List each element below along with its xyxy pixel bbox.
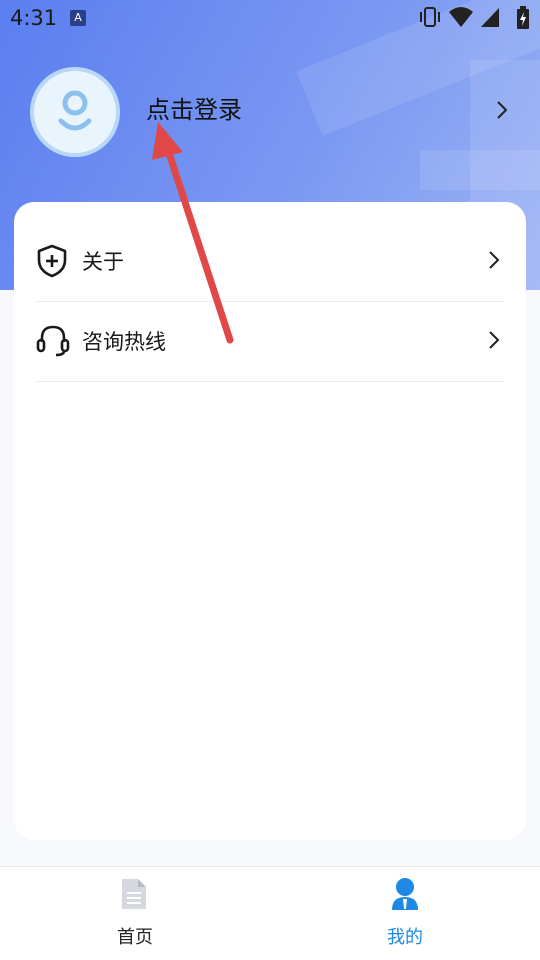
tab-label: 我的 <box>387 927 423 948</box>
avatar[interactable] <box>30 67 120 157</box>
signal-icon <box>481 8 499 27</box>
chevron-right-icon[interactable] <box>496 100 508 120</box>
tab-home[interactable]: 首页 <box>0 867 270 960</box>
headset-icon <box>36 325 70 357</box>
menu-item-label: 咨询热线 <box>82 330 166 354</box>
battery-icon <box>517 6 529 29</box>
menu-item-about[interactable]: 关于 <box>36 222 504 302</box>
user-icon <box>392 878 418 910</box>
tab-label: 首页 <box>117 927 153 948</box>
user-avatar-icon <box>58 90 92 131</box>
wifi-icon <box>449 7 473 27</box>
chevron-right-icon <box>489 331 500 349</box>
bottom-tab-bar: 首页 我的 <box>0 866 540 960</box>
notification-icon: A <box>70 10 86 26</box>
menu-item-hotline[interactable]: 咨询热线 <box>36 302 504 382</box>
shield-plus-icon <box>37 244 67 278</box>
document-icon <box>122 879 146 909</box>
menu-item-label: 关于 <box>82 250 124 274</box>
status-bar: 4:31 A <box>0 0 540 36</box>
chevron-right-icon <box>489 251 500 269</box>
vibrate-icon <box>420 7 440 27</box>
login-label[interactable]: 点击登录 <box>146 90 242 125</box>
login-row[interactable]: 点击登录 <box>0 60 540 160</box>
tab-mine[interactable]: 我的 <box>270 867 540 960</box>
status-time: 4:31 <box>10 6 58 30</box>
menu-card: 关于 咨询热线 <box>14 202 526 840</box>
